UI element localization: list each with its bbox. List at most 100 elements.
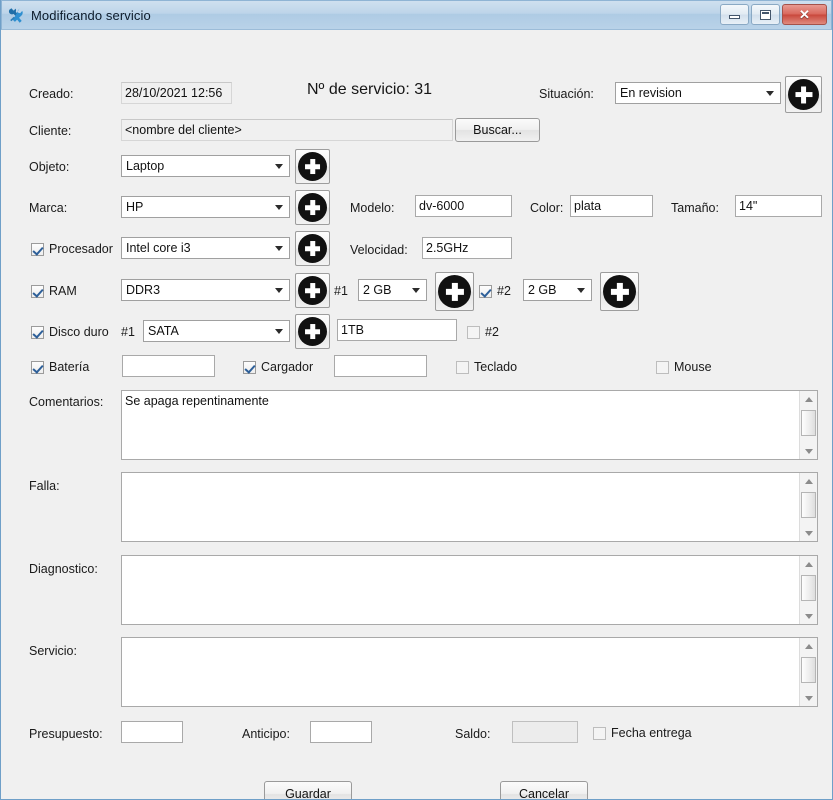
buscar-button[interactable]: Buscar... — [455, 118, 540, 142]
add-ram-slot1-button[interactable] — [435, 272, 474, 311]
scroll-thumb[interactable] — [801, 492, 816, 518]
ram-slot1-select[interactable]: 2 GB — [358, 279, 427, 301]
checkbox-icon — [467, 325, 480, 339]
comentarios-textarea[interactable]: Se apaga repentinamente — [121, 390, 818, 460]
tools-icon — [8, 7, 23, 23]
triangle-down-icon — [804, 613, 813, 619]
velocidad-field[interactable]: 2.5GHz — [422, 237, 512, 259]
marca-label: Marca: — [29, 201, 68, 215]
servicio-textarea[interactable] — [121, 637, 818, 707]
ram-slot2-label: #2 — [497, 284, 511, 298]
disco-type-select[interactable]: SATA — [143, 320, 290, 342]
disco-capacity-field[interactable]: 1TB — [337, 319, 457, 341]
comentarios-label: Comentarios: — [29, 395, 104, 409]
plus-icon — [298, 193, 327, 222]
minimize-button[interactable] — [720, 4, 749, 25]
plus-icon — [298, 317, 327, 346]
triangle-down-icon — [804, 448, 813, 454]
add-ram-type-button[interactable] — [295, 273, 330, 308]
servicio-scrollbar[interactable] — [799, 638, 817, 706]
situacion-select[interactable]: En revision — [615, 82, 781, 104]
scroll-up-button[interactable] — [800, 556, 817, 572]
modificando-servicio-window: Modificando servicio ✕ Creado: 28/10/202… — [0, 0, 833, 800]
chevron-down-icon — [766, 91, 774, 96]
scroll-up-button[interactable] — [800, 638, 817, 654]
teclado-label: Teclado — [474, 360, 518, 374]
minimize-icon — [729, 15, 740, 19]
scroll-thumb[interactable] — [801, 657, 816, 683]
fecha-entrega-checkbox[interactable]: Fecha entrega — [593, 725, 692, 741]
disco-checkbox[interactable]: Disco duro — [31, 324, 109, 340]
add-procesador-button[interactable] — [295, 231, 330, 266]
scroll-down-button[interactable] — [800, 525, 817, 541]
objeto-value: Laptop — [126, 159, 165, 173]
chevron-down-icon — [275, 246, 283, 251]
procesador-checkbox[interactable]: Procesador — [31, 241, 113, 257]
form-area: Creado: 28/10/2021 12:56 Nº de servicio:… — [1, 30, 832, 799]
add-disco-button[interactable] — [295, 314, 330, 349]
scroll-down-button[interactable] — [800, 608, 817, 624]
add-marca-button[interactable] — [295, 190, 330, 225]
falla-scrollbar[interactable] — [799, 473, 817, 541]
falla-label: Falla: — [29, 479, 60, 493]
anticipo-field[interactable] — [310, 721, 372, 743]
diagnostico-scrollbar[interactable] — [799, 556, 817, 624]
chevron-down-icon — [275, 164, 283, 169]
cargador-field[interactable] — [334, 355, 427, 377]
tamano-field[interactable]: 14" — [735, 195, 822, 217]
situacion-label: Situación: — [539, 87, 594, 101]
cargador-checkbox[interactable]: Cargador — [243, 359, 313, 375]
objeto-select[interactable]: Laptop — [121, 155, 290, 177]
plus-icon — [438, 275, 471, 308]
scroll-down-button[interactable] — [800, 690, 817, 706]
ram-slot2-checkbox[interactable]: #2 — [479, 283, 511, 299]
ram-type-value: DDR3 — [126, 283, 161, 297]
title-bar[interactable]: Modificando servicio ✕ — [1, 0, 832, 30]
maximize-button[interactable] — [751, 4, 780, 25]
ram-checkbox[interactable]: RAM — [31, 283, 77, 299]
add-situacion-button[interactable] — [785, 76, 822, 113]
checkbox-icon — [456, 360, 469, 374]
falla-textarea[interactable] — [121, 472, 818, 542]
presupuesto-field[interactable] — [121, 721, 183, 743]
scroll-up-button[interactable] — [800, 391, 817, 407]
plus-icon — [603, 275, 636, 308]
chevron-down-icon — [412, 288, 420, 293]
close-button[interactable]: ✕ — [782, 4, 827, 25]
comentarios-scrollbar[interactable] — [799, 391, 817, 459]
procesador-select[interactable]: Intel core i3 — [121, 237, 290, 259]
teclado-checkbox[interactable]: Teclado — [456, 359, 517, 375]
cliente-field[interactable]: <nombre del cliente> — [121, 119, 453, 141]
mouse-checkbox[interactable]: Mouse — [656, 359, 712, 375]
situacion-value: En revision — [620, 86, 682, 100]
plus-icon — [298, 276, 327, 305]
velocidad-label: Velocidad: — [350, 243, 408, 257]
guardar-button[interactable]: Guardar — [264, 781, 352, 799]
modelo-field[interactable]: dv-6000 — [415, 195, 512, 217]
ram-type-select[interactable]: DDR3 — [121, 279, 290, 301]
disco-slot2-checkbox[interactable]: #2 — [467, 324, 499, 340]
diagnostico-label: Diagnostico: — [29, 562, 98, 576]
color-field[interactable]: plata — [570, 195, 653, 217]
scroll-up-button[interactable] — [800, 473, 817, 489]
ram-slot2-select[interactable]: 2 GB — [523, 279, 592, 301]
scroll-thumb[interactable] — [801, 410, 816, 436]
bateria-field[interactable] — [122, 355, 215, 377]
marca-select[interactable]: HP — [121, 196, 290, 218]
disco-slot2-label: #2 — [485, 325, 499, 339]
objeto-label: Objeto: — [29, 160, 70, 174]
plus-icon — [788, 79, 819, 110]
mouse-label: Mouse — [674, 360, 712, 374]
scroll-thumb[interactable] — [801, 575, 816, 601]
add-ram-slot2-button[interactable] — [600, 272, 639, 311]
bateria-checkbox[interactable]: Batería — [31, 359, 89, 375]
close-icon: ✕ — [799, 7, 810, 22]
window-title: Modificando servicio — [31, 7, 151, 23]
add-objeto-button[interactable] — [295, 149, 330, 184]
cancelar-button[interactable]: Cancelar — [500, 781, 588, 799]
scroll-down-button[interactable] — [800, 443, 817, 459]
checkbox-icon — [31, 284, 44, 298]
checkbox-icon — [656, 360, 669, 374]
diagnostico-textarea[interactable] — [121, 555, 818, 625]
disco-label: Disco duro — [49, 325, 109, 339]
